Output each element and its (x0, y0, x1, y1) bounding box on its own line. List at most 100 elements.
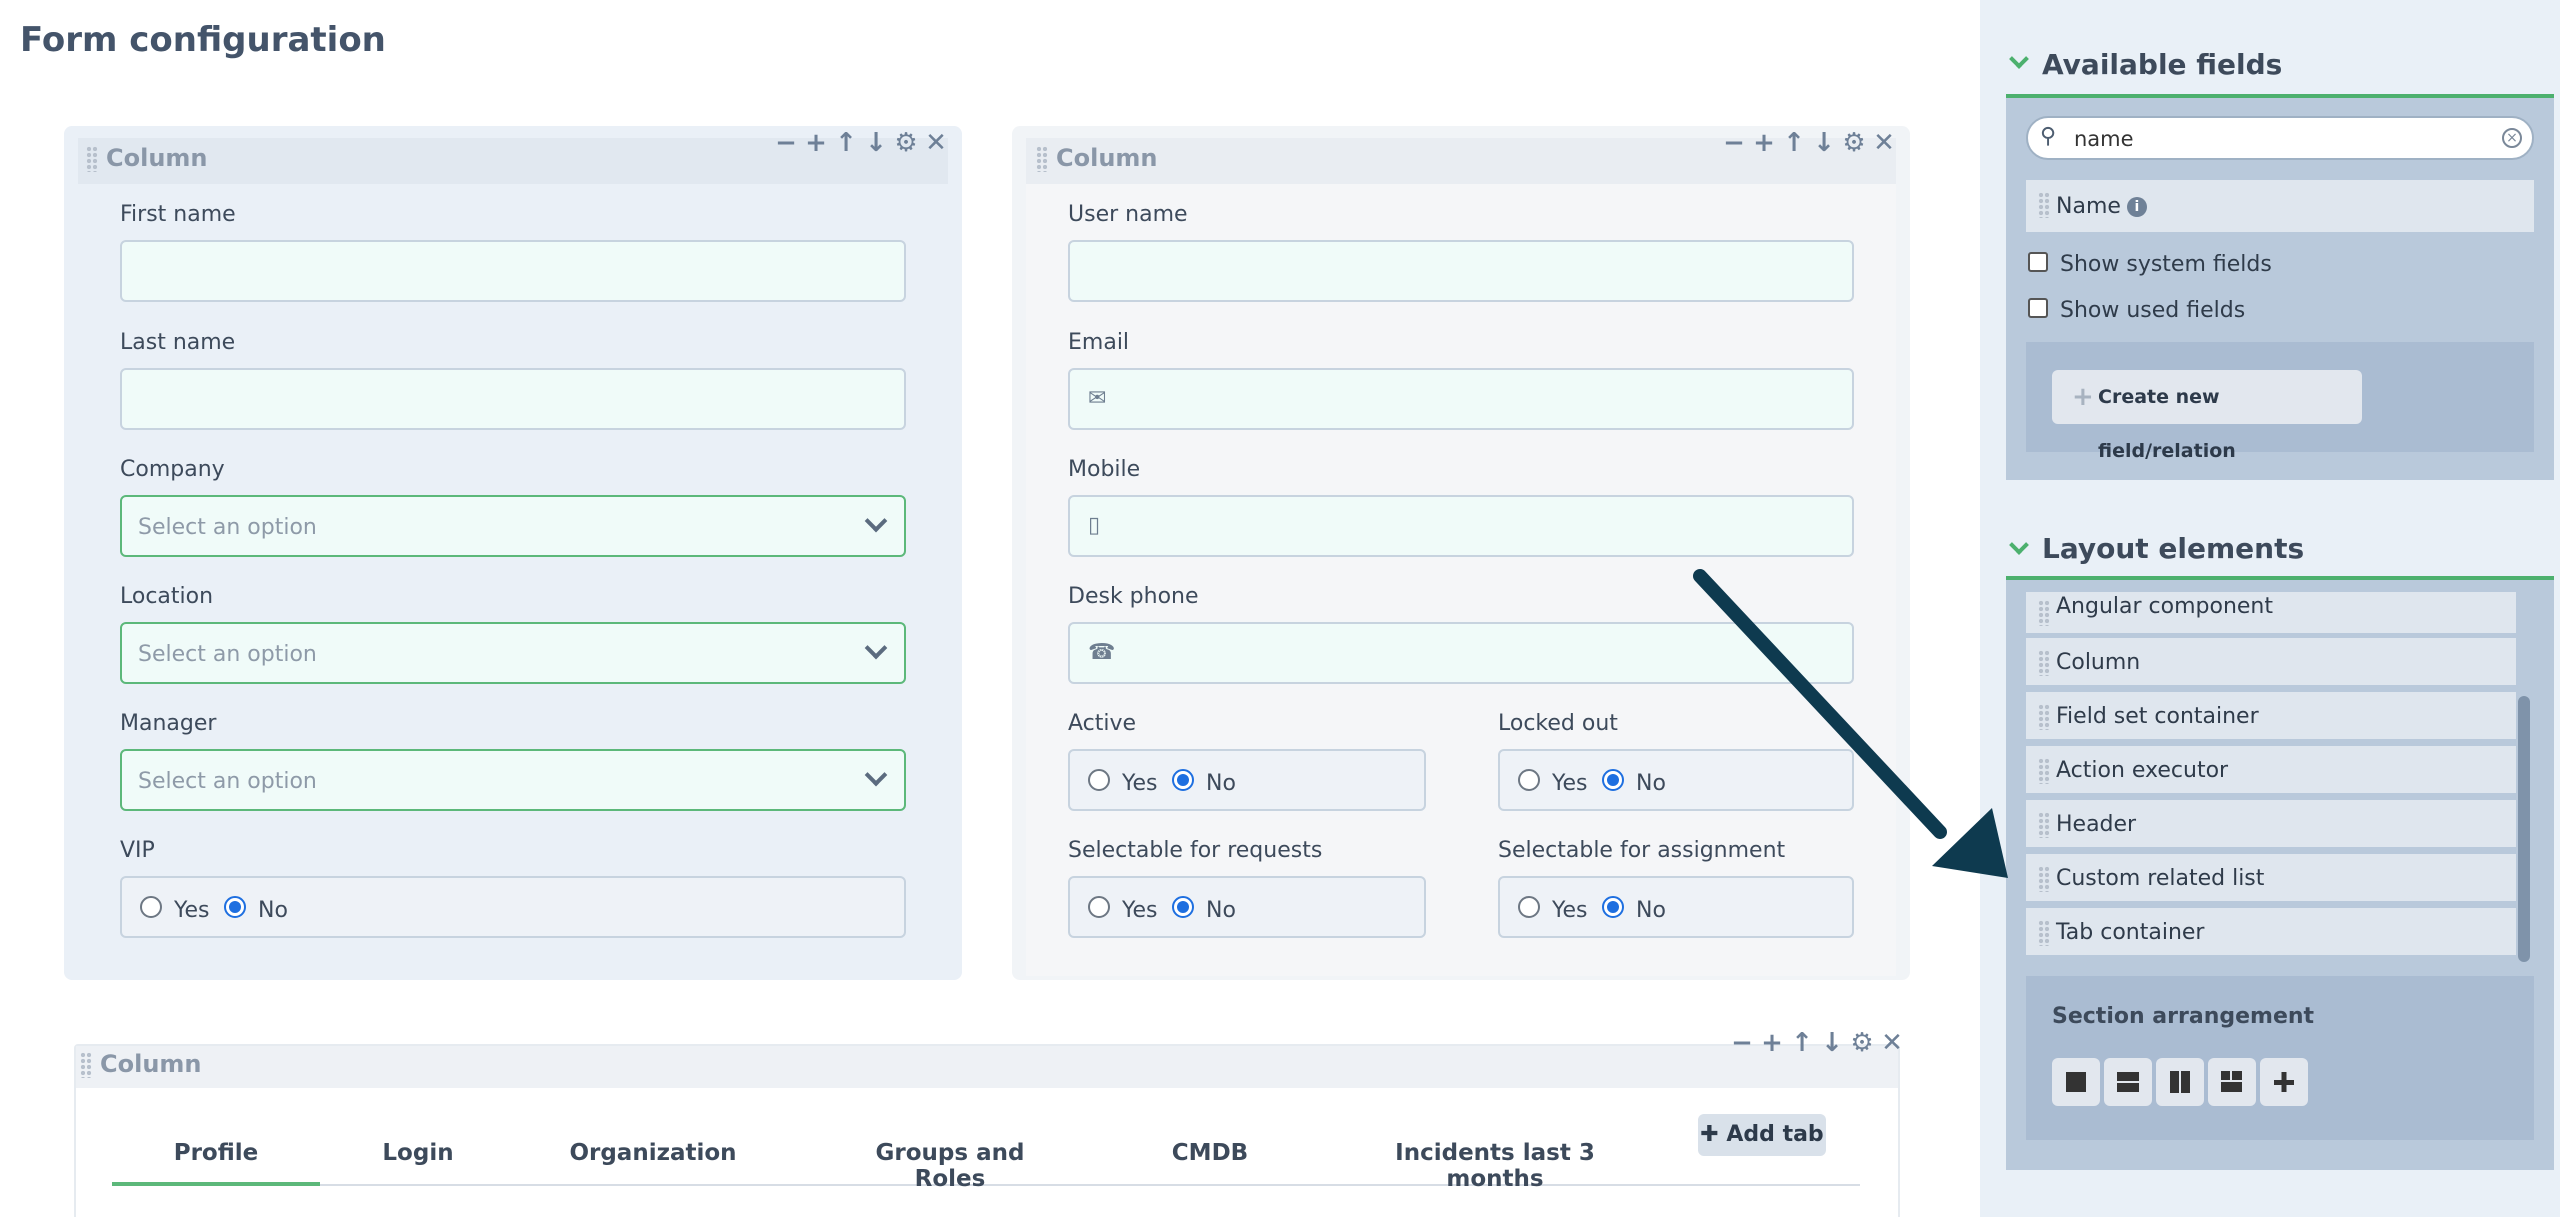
arrow-down-icon[interactable]: ↓ (1812, 130, 1836, 156)
layout-elements-title[interactable]: Layout elements (2042, 532, 2304, 565)
column-label: Column (100, 1050, 202, 1078)
field-label: Last name (120, 330, 236, 355)
drag-handle[interactable] (2038, 600, 2050, 626)
chevron-down-icon (864, 763, 888, 787)
radio-label: No (1636, 898, 1666, 923)
first-name-input[interactable] (120, 240, 906, 302)
layout-item[interactable]: Header (2026, 800, 2516, 850)
drag-handle[interactable] (2038, 650, 2050, 676)
tab-profile[interactable]: Profile (112, 1140, 320, 1166)
drag-handle[interactable] (2038, 920, 2050, 946)
drag-handle[interactable] (80, 1052, 92, 1078)
radio-yes[interactable] (1518, 896, 1540, 918)
info-icon[interactable]: i (2126, 197, 2147, 217)
company-select[interactable]: Select an option (120, 495, 906, 557)
show-used-fields-checkbox[interactable] (2028, 298, 2048, 318)
gear-icon[interactable]: ⚙ (1850, 1030, 1874, 1056)
checkbox-label: Show used fields (2060, 298, 2246, 323)
search-value: name (2074, 127, 2134, 151)
close-icon[interactable]: ✕ (1872, 130, 1896, 156)
plus-icon[interactable]: + (1760, 1030, 1784, 1056)
radio-yes[interactable] (1088, 896, 1110, 918)
drag-handle[interactable] (86, 146, 98, 172)
radio-yes[interactable] (1518, 769, 1540, 791)
active-radio-group: Yes No (1068, 749, 1426, 811)
minus-icon[interactable]: − (774, 130, 798, 156)
scrollbar[interactable] (2518, 696, 2530, 962)
search-icon: ⚲ (2040, 124, 2057, 149)
radio-no[interactable] (1172, 769, 1194, 791)
arrangement-add-button[interactable] (2260, 1058, 2308, 1106)
column-toolbar: − + ↑ ↓ ⚙ ✕ (1730, 1030, 1904, 1056)
tab-cmdb[interactable]: CMDB (1160, 1140, 1260, 1166)
field-label: Desk phone (1068, 584, 1199, 609)
arrow-up-icon[interactable]: ↑ (1782, 130, 1806, 156)
arrow-up-icon[interactable]: ↑ (834, 130, 858, 156)
arrangement-rows-button[interactable] (2104, 1058, 2152, 1106)
arrow-up-icon[interactable]: ↑ (1790, 1030, 1814, 1056)
field-label: VIP (120, 838, 155, 863)
arrangement-single-button[interactable] (2052, 1058, 2100, 1106)
create-field-button[interactable]: + Create new field/relation (2052, 370, 2362, 462)
arrangement-columns-button[interactable] (2156, 1058, 2204, 1106)
minus-icon[interactable]: − (1730, 1030, 1754, 1056)
field-item-name[interactable]: Name i (2026, 180, 2534, 232)
field-label: User name (1068, 202, 1188, 227)
plus-icon[interactable]: + (1752, 130, 1776, 156)
tab-organization[interactable]: Organization (560, 1140, 746, 1166)
search-input[interactable]: ⚲ name × (2026, 116, 2534, 160)
column-toolbar: − + ↑ ↓ ⚙ ✕ (774, 130, 948, 156)
radio-yes[interactable] (140, 896, 162, 918)
tab-incidents[interactable]: Incidents last 3 months (1360, 1140, 1630, 1192)
add-tab-button[interactable]: ✚ Add tab (1698, 1114, 1826, 1156)
plus-icon[interactable]: + (804, 130, 828, 156)
radio-no[interactable] (1172, 896, 1194, 918)
minus-icon[interactable]: − (1722, 130, 1746, 156)
column-toolbar: − + ↑ ↓ ⚙ ✕ (1722, 130, 1896, 156)
drag-handle[interactable] (2038, 812, 2050, 838)
show-system-fields-checkbox[interactable] (2028, 252, 2048, 272)
plus-icon: ✚ (1700, 1122, 1727, 1147)
desk-phone-input[interactable]: ☎ (1068, 622, 1854, 684)
page-title: Form configuration (20, 20, 386, 60)
radio-yes[interactable] (1088, 769, 1110, 791)
layout-item[interactable]: Action executor (2026, 746, 2516, 796)
radio-no[interactable] (224, 896, 246, 918)
arrow-down-icon[interactable]: ↓ (864, 130, 888, 156)
mobile-input[interactable]: ▯ (1068, 495, 1854, 557)
radio-label: No (1206, 771, 1236, 796)
layout-item[interactable]: Column (2026, 638, 2516, 688)
gear-icon[interactable]: ⚙ (894, 130, 918, 156)
gear-icon[interactable]: ⚙ (1842, 130, 1866, 156)
radio-no[interactable] (1602, 896, 1624, 918)
arrangement-mixed-button[interactable] (2208, 1058, 2256, 1106)
email-input[interactable]: ✉ (1068, 368, 1854, 430)
tab-login[interactable]: Login (358, 1140, 478, 1166)
layout-item[interactable]: Tab container (2026, 908, 2516, 958)
drag-handle[interactable] (1036, 146, 1048, 172)
layout-item[interactable]: Angular component (2026, 592, 2516, 636)
close-icon[interactable]: ✕ (924, 130, 948, 156)
checkbox-label: Show system fields (2060, 252, 2272, 277)
field-label: Locked out (1498, 711, 1618, 736)
clear-icon[interactable]: × (2502, 128, 2522, 148)
selectable-requests-radio-group: Yes No (1068, 876, 1426, 938)
plus-icon: + (2072, 382, 2094, 412)
drag-handle[interactable] (2038, 704, 2050, 730)
select-placeholder: Select an option (138, 642, 317, 667)
last-name-input[interactable] (120, 368, 906, 430)
layout-item[interactable]: Field set container (2026, 692, 2516, 742)
location-select[interactable]: Select an option (120, 622, 906, 684)
close-icon[interactable]: ✕ (1880, 1030, 1904, 1056)
drag-handle[interactable] (2038, 758, 2050, 784)
arrow-down-icon[interactable]: ↓ (1820, 1030, 1844, 1056)
radio-no[interactable] (1602, 769, 1624, 791)
user-name-input[interactable] (1068, 240, 1854, 302)
available-fields-title[interactable]: Available fields (2042, 48, 2282, 81)
drag-handle[interactable] (2038, 866, 2050, 892)
drag-handle[interactable] (2038, 192, 2050, 218)
layout-item[interactable]: Custom related list (2026, 854, 2516, 904)
tab-groups-and-roles[interactable]: Groups and Roles (840, 1140, 1060, 1192)
manager-select[interactable]: Select an option (120, 749, 906, 811)
section-arrangement-title: Section arrangement (2052, 1004, 2315, 1029)
